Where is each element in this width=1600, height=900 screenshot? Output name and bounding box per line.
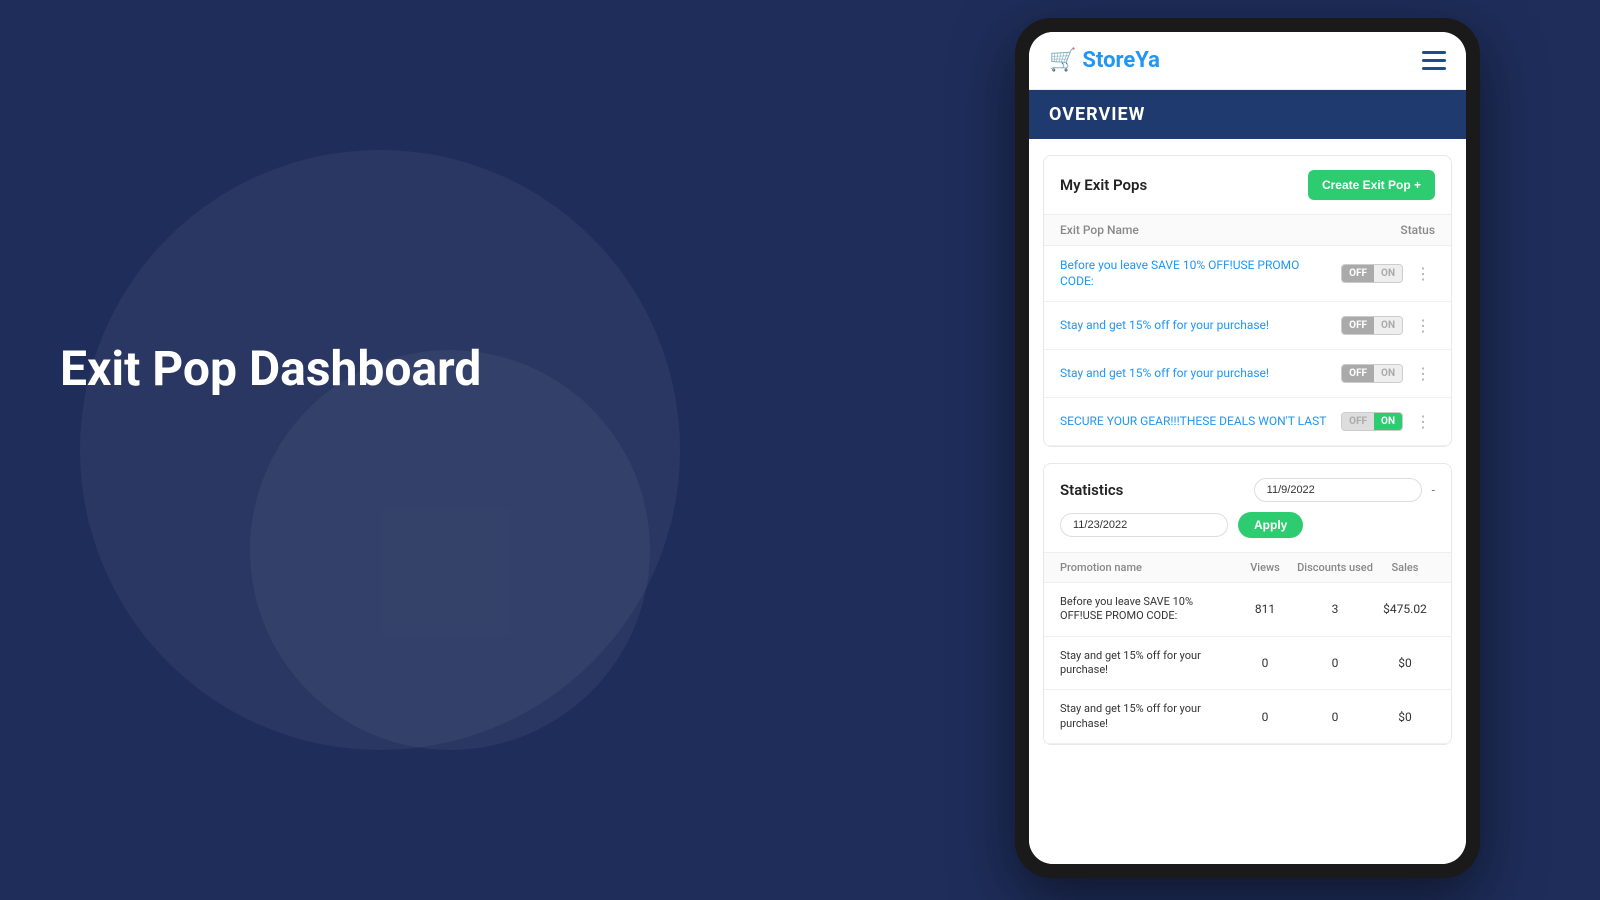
toggle-off-label[interactable]: OFF bbox=[1342, 265, 1374, 282]
stats-views: 811 bbox=[1235, 602, 1295, 616]
exit-pop-name: SECURE YOUR GEAR!!!THESE DEALS WON'T LAS… bbox=[1060, 414, 1331, 430]
stats-sales: $0 bbox=[1375, 656, 1435, 670]
stats-discounts: 0 bbox=[1295, 710, 1375, 724]
table-row: Stay and get 15% off for your purchase! … bbox=[1044, 350, 1451, 398]
toggle-off-label[interactable]: OFF bbox=[1342, 317, 1374, 334]
tablet-screen: 🛒 StoreYa OVERVIEW My Exit Pops Create E… bbox=[1029, 32, 1466, 864]
hamburger-menu-button[interactable] bbox=[1422, 51, 1446, 70]
toggle-off-label[interactable]: OFF bbox=[1342, 365, 1374, 382]
row-controls: OFF ON ⋮ bbox=[1341, 262, 1435, 285]
table-row: SECURE YOUR GEAR!!!THESE DEALS WON'T LAS… bbox=[1044, 398, 1451, 446]
table-row: Before you leave SAVE 10% OFF!USE PROMO … bbox=[1044, 246, 1451, 302]
exit-pops-header: My Exit Pops Create Exit Pop + bbox=[1044, 156, 1451, 215]
logo-text: StoreYa bbox=[1082, 48, 1160, 73]
promo-col-header: Promotion name bbox=[1060, 561, 1235, 574]
exit-pop-name-col-header: Exit Pop Name bbox=[1060, 223, 1139, 237]
statistics-title: Statistics bbox=[1060, 481, 1123, 499]
exit-pop-status-col-header: Status bbox=[1400, 223, 1435, 237]
create-exit-pop-button[interactable]: Create Exit Pop + bbox=[1308, 170, 1435, 200]
toggle-on-label[interactable]: ON bbox=[1374, 365, 1402, 382]
exit-pop-name: Stay and get 15% off for your purchase! bbox=[1060, 318, 1331, 334]
toggle-off-label[interactable]: OFF bbox=[1342, 413, 1374, 430]
date-from-input[interactable] bbox=[1254, 478, 1422, 502]
exit-pops-card: My Exit Pops Create Exit Pop + Exit Pop … bbox=[1043, 155, 1452, 447]
date-to-input[interactable] bbox=[1060, 513, 1228, 537]
toggle-switch[interactable]: OFF ON bbox=[1341, 316, 1403, 335]
stats-sales: $475.02 bbox=[1375, 602, 1435, 616]
table-row: Stay and get 15% off for your purchase! … bbox=[1044, 302, 1451, 350]
exit-pop-name: Before you leave SAVE 10% OFF!USE PROMO … bbox=[1060, 258, 1331, 289]
stats-promo-name: Before you leave SAVE 10% OFF!USE PROMO … bbox=[1060, 595, 1235, 624]
row-controls: OFF ON ⋮ bbox=[1341, 410, 1435, 433]
stats-promo-name: Stay and get 15% off for your purchase! bbox=[1060, 702, 1235, 731]
views-col-header: Views bbox=[1235, 561, 1295, 574]
table-row: Stay and get 15% off for your purchase! … bbox=[1044, 637, 1451, 691]
toggle-switch[interactable]: OFF ON bbox=[1341, 364, 1403, 383]
cart-icon: 🛒 bbox=[1049, 48, 1076, 73]
discounts-col-header: Discounts used bbox=[1295, 561, 1375, 574]
toggle-switch[interactable]: OFF ON bbox=[1341, 264, 1403, 283]
statistics-table-header: Promotion name Views Discounts used Sale… bbox=[1044, 553, 1451, 583]
apply-button[interactable]: Apply bbox=[1238, 512, 1303, 538]
toggle-on-label[interactable]: ON bbox=[1374, 317, 1402, 334]
toggle-on-label[interactable]: ON bbox=[1374, 413, 1402, 430]
row-menu-button[interactable]: ⋮ bbox=[1411, 262, 1435, 285]
stats-discounts: 0 bbox=[1295, 656, 1375, 670]
stats-sales: $0 bbox=[1375, 710, 1435, 724]
main-content: My Exit Pops Create Exit Pop + Exit Pop … bbox=[1029, 139, 1466, 864]
logo: 🛒 StoreYa bbox=[1049, 48, 1160, 73]
overview-title: OVERVIEW bbox=[1049, 104, 1145, 125]
exit-pops-title: My Exit Pops bbox=[1060, 176, 1147, 194]
exit-pops-table-header: Exit Pop Name Status bbox=[1044, 215, 1451, 246]
row-controls: OFF ON ⋮ bbox=[1341, 362, 1435, 385]
stats-views: 0 bbox=[1235, 656, 1295, 670]
bg-decoration-2 bbox=[250, 350, 650, 750]
row-menu-button[interactable]: ⋮ bbox=[1411, 362, 1435, 385]
row-menu-button[interactable]: ⋮ bbox=[1411, 410, 1435, 433]
tablet-device: 🛒 StoreYa OVERVIEW My Exit Pops Create E… bbox=[1015, 18, 1480, 878]
exit-pop-name: Stay and get 15% off for your purchase! bbox=[1060, 366, 1331, 382]
row-controls: OFF ON ⋮ bbox=[1341, 314, 1435, 337]
date-separator: - bbox=[1432, 483, 1435, 497]
table-row: Stay and get 15% off for your purchase! … bbox=[1044, 690, 1451, 744]
stats-views: 0 bbox=[1235, 710, 1295, 724]
hero-title: Exit Pop Dashboard bbox=[60, 340, 481, 398]
sales-col-header: Sales bbox=[1375, 561, 1435, 574]
overview-bar: OVERVIEW bbox=[1029, 90, 1466, 139]
stats-discounts: 3 bbox=[1295, 602, 1375, 616]
app-header: 🛒 StoreYa bbox=[1029, 32, 1466, 90]
toggle-on-label[interactable]: ON bbox=[1374, 265, 1402, 282]
statistics-card: Statistics - Apply Promotion name Views … bbox=[1043, 463, 1452, 745]
table-row: Before you leave SAVE 10% OFF!USE PROMO … bbox=[1044, 583, 1451, 637]
statistics-header: Statistics - Apply bbox=[1044, 464, 1451, 553]
stats-promo-name: Stay and get 15% off for your purchase! bbox=[1060, 649, 1235, 678]
row-menu-button[interactable]: ⋮ bbox=[1411, 314, 1435, 337]
toggle-switch[interactable]: OFF ON bbox=[1341, 412, 1403, 431]
